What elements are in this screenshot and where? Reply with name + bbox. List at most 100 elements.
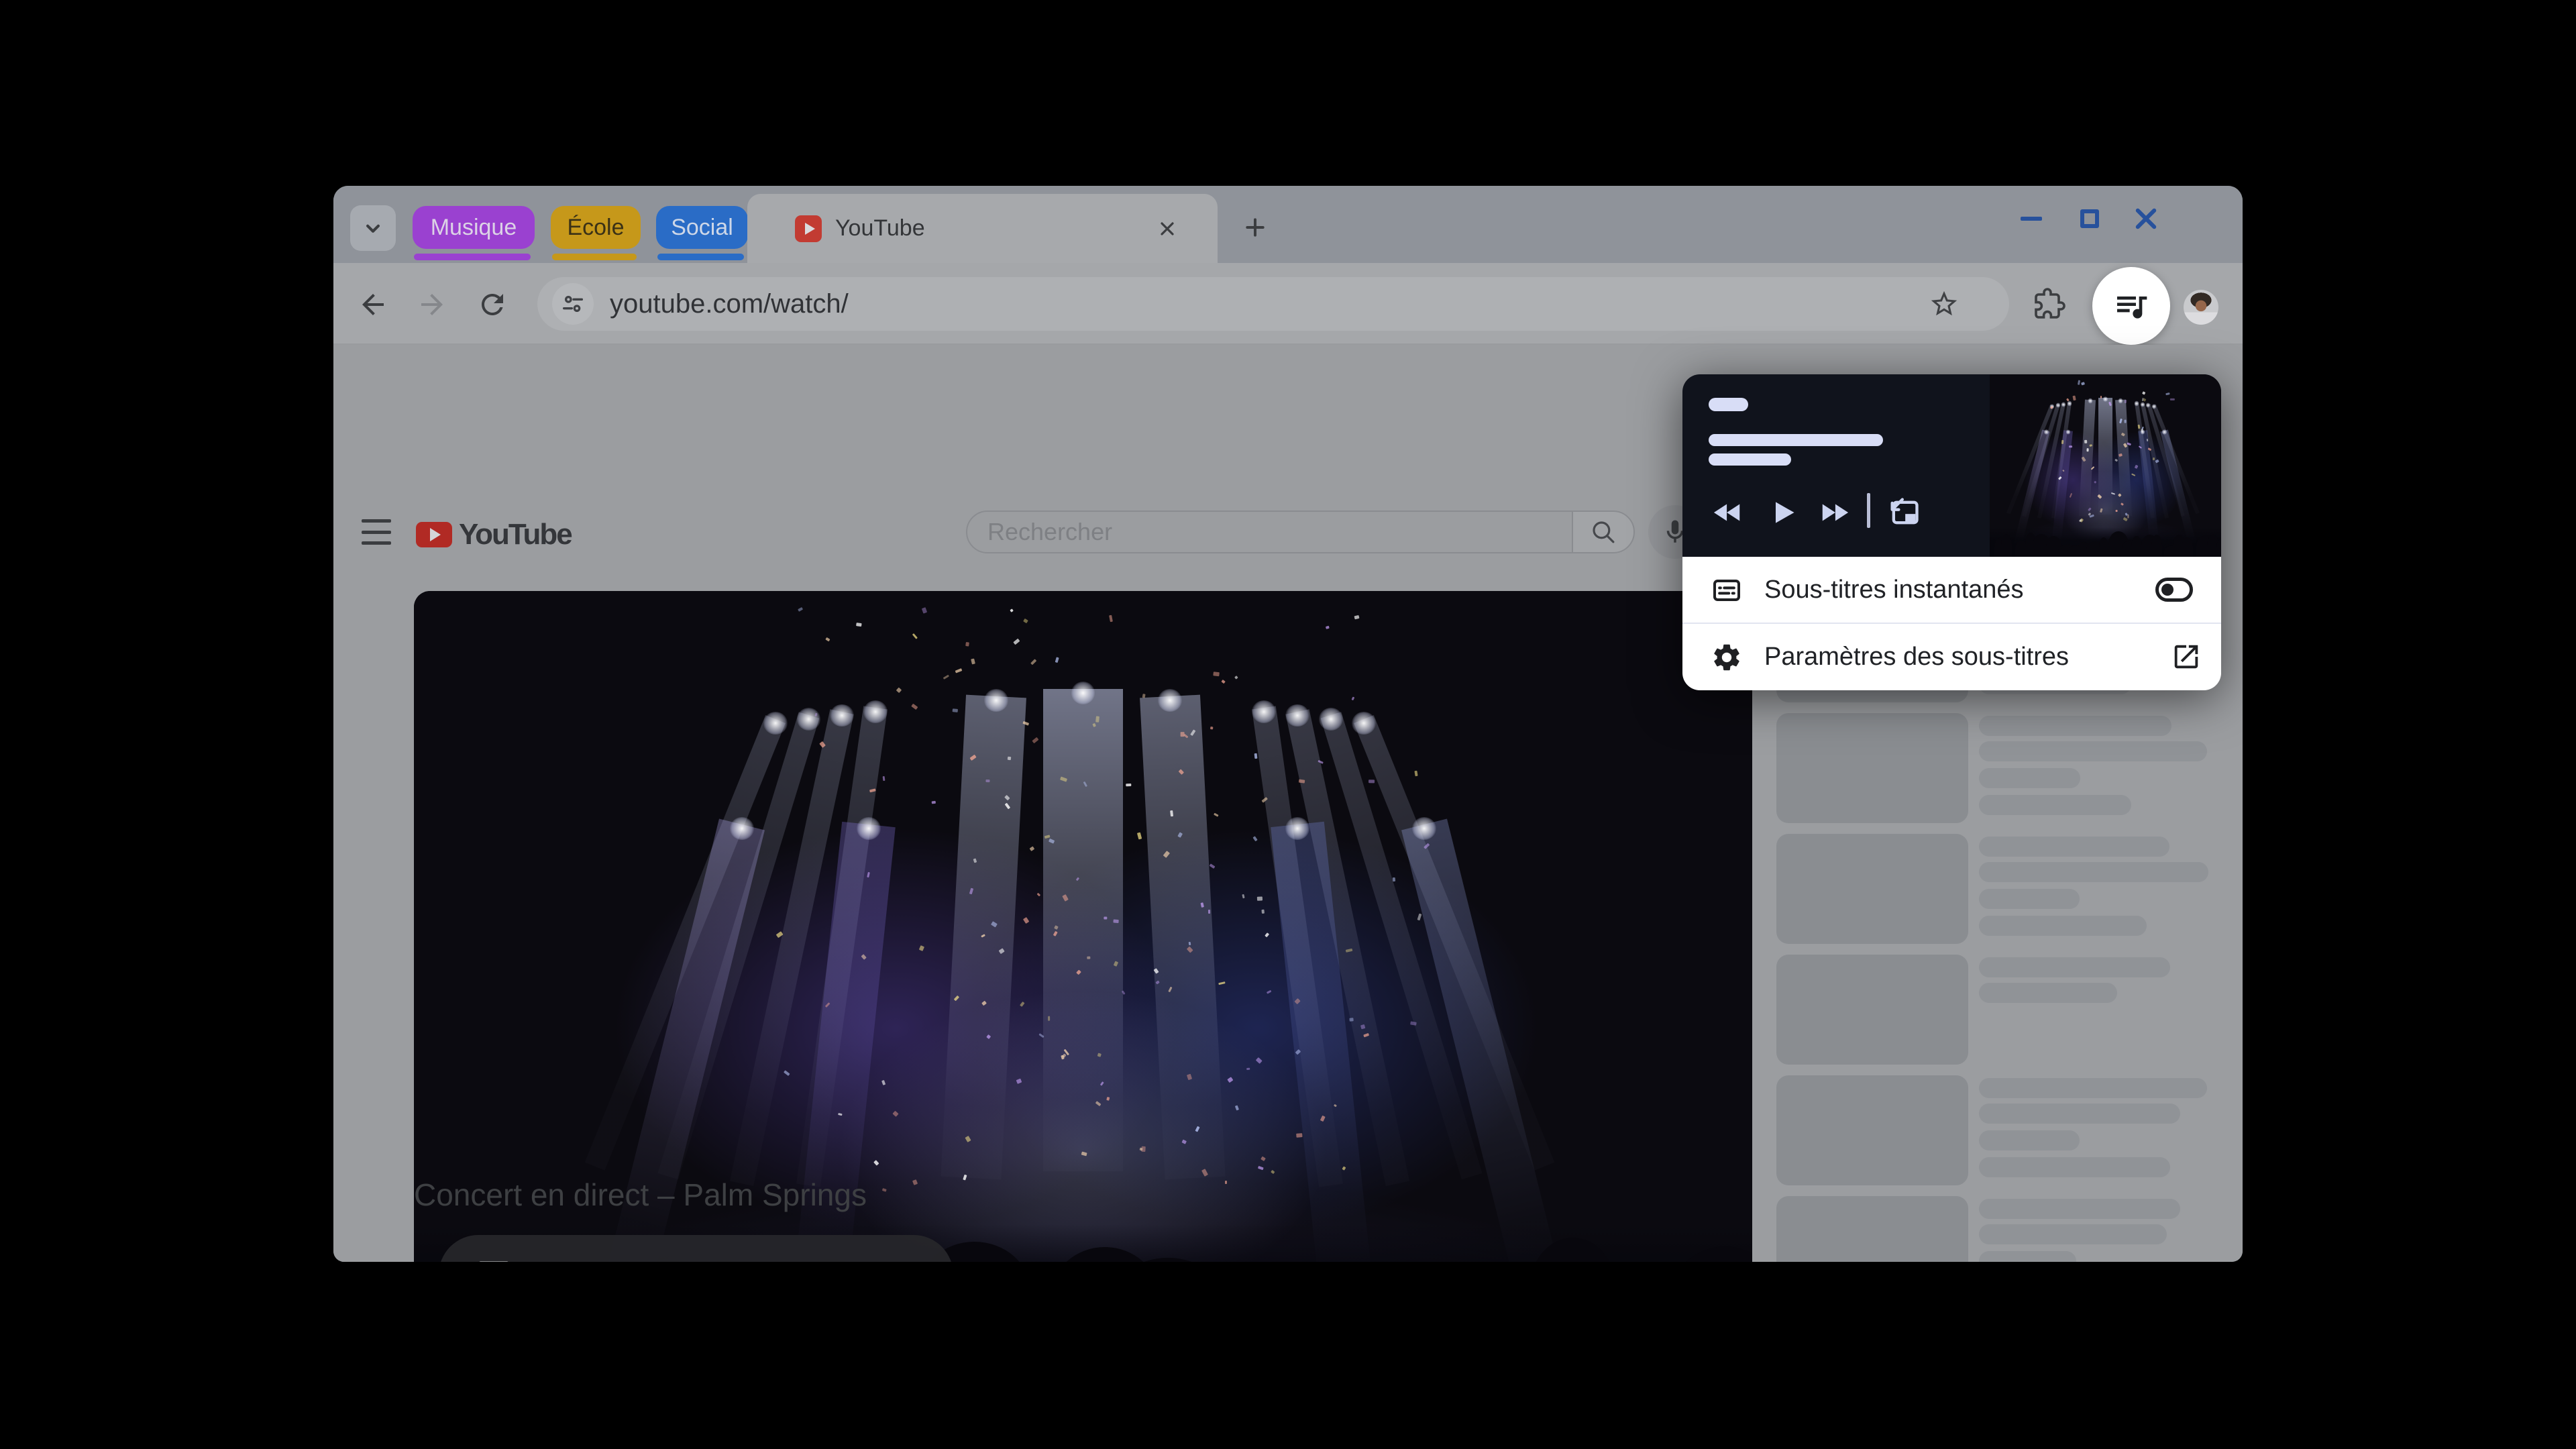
confetti-particle xyxy=(2146,438,2149,442)
video-title: Concert en direct – Palm Springs xyxy=(414,1177,867,1212)
confetti-particle xyxy=(2061,439,2064,445)
confetti-particle xyxy=(1261,910,1265,914)
site-info-button[interactable] xyxy=(552,283,594,325)
tab-search-button[interactable] xyxy=(350,205,396,251)
spotlight-glow xyxy=(1318,708,1343,731)
skeleton-text-line xyxy=(1979,889,2080,909)
active-tab-youtube[interactable]: YouTube xyxy=(747,194,1218,263)
spotlight-glow xyxy=(2044,429,2049,435)
skeleton-thumbnail xyxy=(1776,1196,1968,1262)
confetti-particle xyxy=(1106,1096,1110,1101)
spotlight-glow xyxy=(1071,681,1095,704)
open-in-new-icon xyxy=(2174,645,2198,669)
caption-settings-label: Paramètres des sous-titres xyxy=(1764,642,2070,671)
reload-button[interactable] xyxy=(476,288,508,321)
window-maximize-button[interactable] xyxy=(2070,199,2110,239)
chevron-down-icon xyxy=(366,224,380,233)
play-icon xyxy=(1776,502,1794,523)
fast-forward-icon xyxy=(1822,504,1849,521)
media-controls-button[interactable] xyxy=(2092,267,2170,345)
confetti-particle xyxy=(1392,877,1396,881)
tab-group-chip-1[interactable]: Musique xyxy=(413,206,535,249)
confetti-particle xyxy=(1254,753,1257,759)
play-button[interactable] xyxy=(1764,494,1802,531)
forward-button[interactable] xyxy=(416,288,448,321)
spotlight-glow xyxy=(2088,398,2093,404)
spotlight-glow xyxy=(983,689,1008,712)
confetti-particle xyxy=(2069,445,2073,447)
spotlight-glow xyxy=(2162,429,2167,435)
address-bar[interactable]: youtube.com/watch/ xyxy=(537,277,2009,331)
extensions-button[interactable] xyxy=(2033,288,2065,320)
confetti-particle xyxy=(1170,810,1173,817)
window-close-button[interactable] xyxy=(2126,199,2166,239)
spotlight-glow xyxy=(1285,704,1309,727)
youtube-wordmark: YouTube xyxy=(459,518,573,551)
cast-label: Lecture sur un téléviseur de salon xyxy=(537,1260,939,1263)
tab-strip: Musique École Social YouTube xyxy=(333,186,2243,263)
confetti-particle xyxy=(1208,909,1211,914)
confetti-particle xyxy=(1113,918,1120,923)
picture-in-picture-button[interactable] xyxy=(1885,494,1923,531)
rewind-icon xyxy=(1713,504,1740,521)
crowd-silhouette xyxy=(1990,527,2221,557)
tab-group-chip-2[interactable]: École xyxy=(551,206,641,249)
confetti-particle xyxy=(882,776,885,782)
tab-group-chip-3[interactable]: Social xyxy=(656,206,748,249)
previous-track-button[interactable] xyxy=(1709,494,1747,531)
live-caption-row[interactable]: Sous-titres instantanés xyxy=(1682,557,2221,623)
arrow-back-icon xyxy=(362,294,384,315)
youtube-logo[interactable]: YouTube xyxy=(416,518,573,551)
new-tab-button[interactable] xyxy=(1238,210,1273,245)
search-button[interactable] xyxy=(1572,512,1633,552)
tab-group-underline-2 xyxy=(552,254,637,260)
search-icon xyxy=(1593,521,1615,543)
toggle-knob xyxy=(2161,584,2174,596)
live-caption-label: Sous-titres instantanés xyxy=(1764,575,2024,604)
reload-icon xyxy=(482,294,503,315)
menu-button[interactable] xyxy=(362,519,391,545)
crowd-head xyxy=(2131,535,2142,557)
skeleton-text-line xyxy=(1979,1199,2180,1219)
confetti-particle xyxy=(965,641,969,647)
skeleton-text-line xyxy=(1979,741,2207,761)
skeleton-thumbnail xyxy=(1776,1075,1968,1185)
video-player[interactable]: Lecture sur un téléviseur de salon xyxy=(414,591,1752,1262)
spotlight-glow xyxy=(796,708,821,731)
spotlight-glow xyxy=(863,700,888,723)
browser-window: Musique École Social YouTube youtube.com… xyxy=(333,186,2243,1262)
spotlight-glow xyxy=(1352,711,1377,735)
spotlight-glow xyxy=(2134,400,2139,407)
confetti-particle xyxy=(1256,897,1263,902)
back-button[interactable] xyxy=(357,288,389,321)
maximize-icon xyxy=(2080,209,2099,228)
skeleton-text-line xyxy=(1979,957,2170,977)
profile-avatar[interactable] xyxy=(2184,290,2218,325)
live-caption-toggle[interactable] xyxy=(2155,578,2193,602)
window-minimize-button[interactable] xyxy=(2011,199,2051,239)
confetti-particle xyxy=(1142,693,1146,698)
skeleton-text-line xyxy=(1979,862,2208,882)
confetti-particle xyxy=(1368,780,1375,784)
spotlight-glow xyxy=(2151,403,2157,409)
media-artist-placeholder xyxy=(1709,453,1791,466)
confetti-particle xyxy=(1181,732,1185,737)
tab-group-underline-1 xyxy=(414,254,531,260)
caption-settings-row[interactable]: Paramètres des sous-titres xyxy=(1682,624,2221,690)
spotlight-glow xyxy=(2118,398,2123,404)
cast-to-tv-button[interactable]: Lecture sur un téléviseur de salon xyxy=(439,1235,953,1262)
spotlight-glow xyxy=(1412,817,1437,840)
confetti-particle xyxy=(2115,509,2118,512)
tab-close-button[interactable] xyxy=(1155,217,1179,241)
next-track-button[interactable] xyxy=(1815,494,1853,531)
spotlight-glow xyxy=(857,817,881,840)
spotlight-glow xyxy=(1285,817,1309,840)
skeleton-text-line xyxy=(1979,1251,2076,1262)
confetti-particle xyxy=(1213,672,1220,676)
bookmark-star-button[interactable] xyxy=(1929,288,1960,319)
search-input[interactable] xyxy=(967,512,1574,552)
confetti-particle xyxy=(2170,398,2176,400)
skeleton-text-line xyxy=(1979,1157,2170,1177)
crowd-head xyxy=(1529,1237,1617,1262)
skeleton-text-line xyxy=(1979,768,2080,788)
